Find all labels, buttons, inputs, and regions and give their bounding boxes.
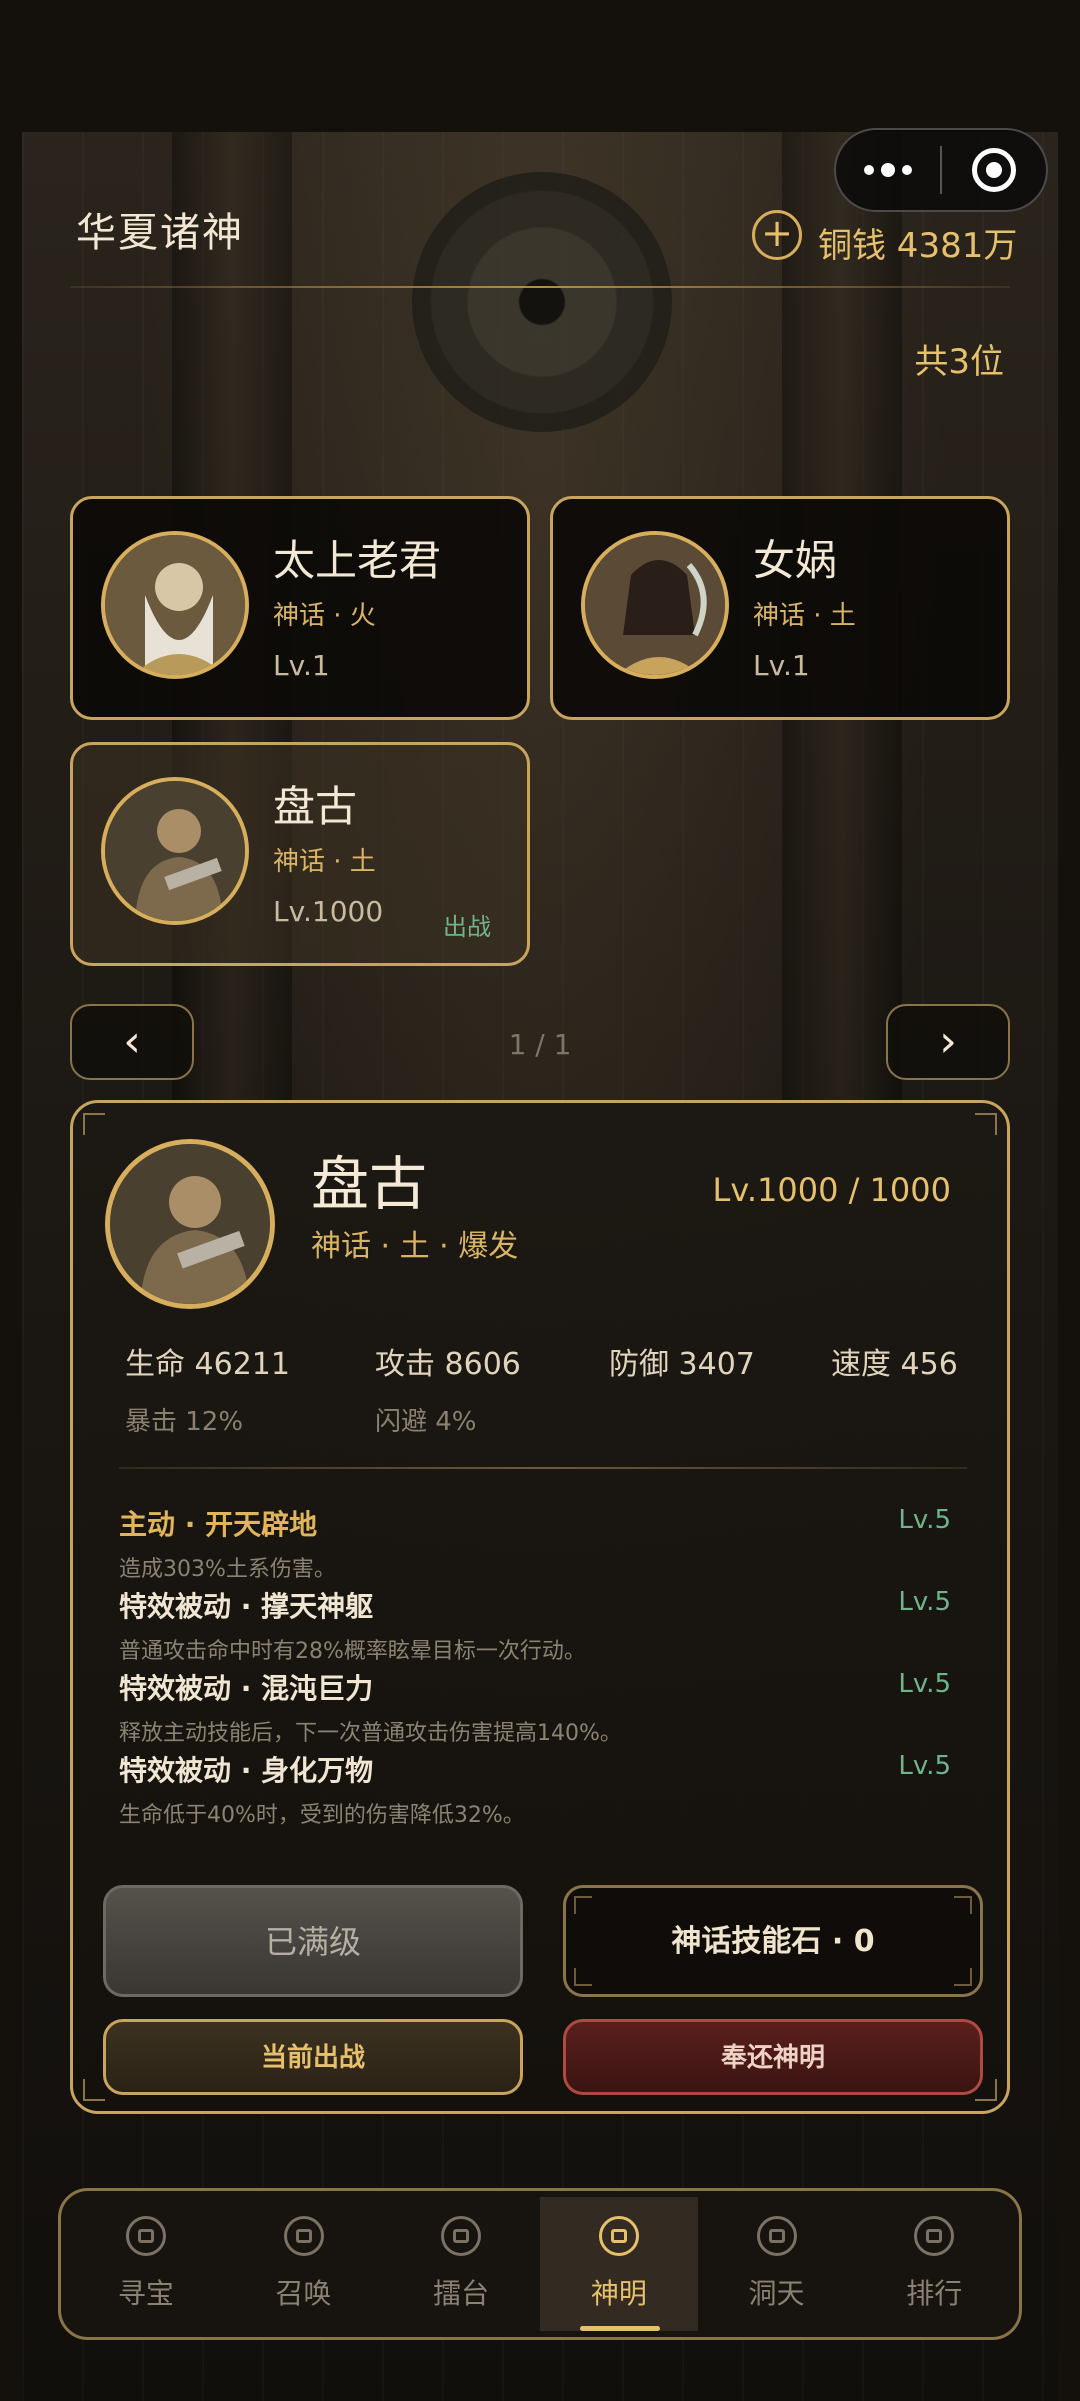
nav-label: 寻宝	[117, 2277, 174, 2310]
more-dots-icon	[864, 163, 912, 177]
corner-ornament	[954, 1968, 972, 1986]
plus-circle-icon[interactable]: +	[752, 210, 802, 260]
hero-name: 盘古	[273, 782, 358, 831]
active-tab-indicator	[580, 2326, 661, 2331]
hero-level: Lv.1	[753, 649, 810, 682]
return-deity-button[interactable]: 奉还神明	[563, 2019, 983, 2095]
skill-desc: 普通攻击命中时有28%概率眩晕目标一次行动。	[119, 1639, 586, 1664]
skill-desc: 释放主动技能后，下一次普通攻击伤害提高140%。	[119, 1721, 622, 1746]
close-miniprogram-button[interactable]	[942, 130, 1046, 210]
detail-avatar	[105, 1139, 275, 1309]
summon-icon	[283, 2216, 324, 2256]
deployed-badge: 出战	[443, 913, 491, 941]
stat-attack: 攻击 8606	[375, 1347, 521, 1382]
arena-icon	[441, 2216, 482, 2256]
more-menu-button[interactable]	[836, 130, 940, 210]
deity-icon	[598, 2216, 639, 2256]
hero-tags: 神话 · 火	[273, 601, 376, 631]
skill-name: 特效被动 · 撑天神躯	[119, 1590, 374, 1623]
corner-ornament	[83, 1113, 105, 1135]
corner-ornament	[954, 1896, 972, 1914]
header-divider	[70, 286, 1010, 288]
nav-label: 排行	[906, 2277, 963, 2310]
ranking-icon	[914, 2216, 955, 2256]
stat-hp: 生命 46211	[125, 1347, 290, 1382]
cave-icon	[756, 2216, 797, 2256]
deity-detail-panel: 盘古 神话 · 土 · 爆发 Lv.1000 / 1000 生命 46211 攻…	[70, 1100, 1010, 2114]
corner-ornament	[83, 2079, 105, 2101]
hero-tags: 神话 · 土	[753, 601, 856, 631]
hero-avatar	[581, 531, 729, 679]
jade-disc-decoration	[412, 172, 672, 432]
max-level-button[interactable]: 已满级	[103, 1885, 523, 1997]
skill-level: Lv.5	[898, 1669, 951, 1699]
hero-card-taishang[interactable]: 太上老君 神话 · 火 Lv.1	[70, 496, 530, 720]
corner-ornament	[574, 1896, 592, 1914]
skill-desc: 造成303%土系伤害。	[119, 1557, 336, 1582]
stat-crit: 暴击 12%	[125, 1407, 244, 1437]
corner-ornament	[975, 1113, 997, 1135]
skill-stone-label: 神话技能石 · 0	[671, 1924, 875, 1959]
nav-item-cave[interactable]: 洞天	[698, 2197, 856, 2331]
deity-count: 共3位	[914, 342, 1004, 382]
skill-name: 特效被动 · 身化万物	[119, 1754, 374, 1787]
skill-name: 特效被动 · 混沌巨力	[119, 1672, 374, 1705]
stat-dodge: 闪避 4%	[375, 1407, 477, 1437]
skill-level: Lv.5	[898, 1505, 951, 1535]
hero-avatar	[101, 777, 249, 925]
skill-stone-button[interactable]: 神话技能石 · 0	[563, 1885, 983, 1997]
nav-item-deity[interactable]: 神明	[540, 2197, 698, 2331]
detail-level: Lv.1000 / 1000	[712, 1171, 951, 1209]
nav-item-arena[interactable]: 擂台	[382, 2197, 540, 2331]
hero-level: Lv.1	[273, 649, 330, 682]
nav-item-treasure[interactable]: 寻宝	[67, 2197, 225, 2331]
detail-divider	[119, 1467, 967, 1469]
treasure-icon	[125, 2216, 166, 2256]
hero-name: 太上老君	[273, 536, 442, 585]
hero-name: 女娲	[753, 536, 838, 585]
nav-label: 擂台	[433, 2277, 490, 2310]
skill-level: Lv.5	[898, 1751, 951, 1781]
hero-tags: 神话 · 土	[273, 847, 376, 877]
nav-item-ranking[interactable]: 排行	[855, 2197, 1013, 2331]
nav-item-summon[interactable]: 召唤	[225, 2197, 383, 2331]
corner-ornament	[574, 1968, 592, 1986]
hero-avatar	[101, 531, 249, 679]
nav-label: 神明	[590, 2277, 647, 2310]
bottom-nav: 寻宝 召唤 擂台 神明 洞天 排行	[58, 2188, 1022, 2340]
detail-name: 盘古	[311, 1150, 428, 1218]
current-deploy-button[interactable]: 当前出战	[103, 2019, 523, 2095]
hero-level: Lv.1000	[273, 895, 384, 928]
currency-balance: 铜钱 4381万	[818, 226, 1018, 266]
skill-level: Lv.5	[898, 1587, 951, 1617]
target-close-icon	[972, 148, 1016, 192]
skill-desc: 生命低于40%时，受到的伤害降低32%。	[119, 1803, 525, 1828]
next-page-button[interactable]: ›	[886, 1004, 1010, 1080]
nav-label: 召唤	[275, 2277, 332, 2310]
page-title: 华夏诸神	[76, 210, 244, 256]
hero-card-pangu[interactable]: 盘古 神话 · 土 Lv.1000 出战	[70, 742, 530, 966]
nav-label: 洞天	[748, 2277, 805, 2310]
hero-card-nuwa[interactable]: 女娲 神话 · 土 Lv.1	[550, 496, 1010, 720]
detail-tags: 神话 · 土 · 爆发	[311, 1229, 519, 1264]
miniprogram-capsule	[834, 128, 1048, 212]
stat-speed: 速度 456	[831, 1347, 958, 1382]
skill-name: 主动 · 开天辟地	[119, 1508, 318, 1541]
stat-defense: 防御 3407	[609, 1347, 755, 1382]
